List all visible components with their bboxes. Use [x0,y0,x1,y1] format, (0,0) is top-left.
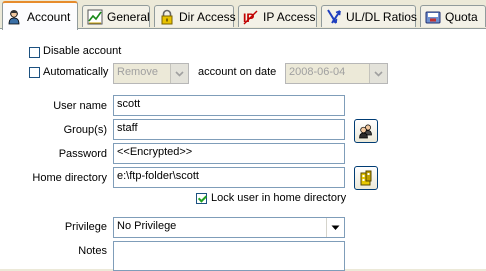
date-value: 2008-06-04 [289,66,346,78]
privilege-label: Privilege [64,221,107,233]
groups-input[interactable]: staff [113,119,345,140]
automatically-label: Automatically [43,66,109,78]
tab-quota-label: Quota [445,9,478,24]
select-groups-button[interactable] [354,119,378,143]
tab-uldl-ratios-label: UL/DL Ratios [346,9,417,24]
tab-uldl-ratios[interactable]: UL/DL Ratios [321,5,417,27]
chevron-down-icon [331,225,340,230]
auto-action-dropdown-button[interactable] [170,64,188,83]
tab-general[interactable]: General [82,5,150,27]
privilege-value: No Privilege [117,220,177,232]
tab-dir-access[interactable]: Dir Access [154,5,236,27]
lock-icon [161,9,173,24]
tab-account[interactable]: Account [2,1,78,30]
tab-ip-access-label: IP Access [263,9,316,24]
notes-label: Notes [78,245,107,257]
ratio-arrows-icon [327,8,341,24]
groups-label: Group(s) [63,124,107,136]
ip-icon: IP [243,10,258,25]
browse-folder-button[interactable] [354,166,378,190]
lock-home-directory-checkbox[interactable] [196,193,207,204]
notes-textarea[interactable] [113,241,345,271]
username-label: User name [53,100,107,112]
folder-building-icon [360,170,372,186]
chevron-down-icon [175,70,184,77]
tab-quota[interactable]: Quota [420,5,486,27]
password-input[interactable]: <<Encrypted>> [113,143,345,164]
disk-icon [425,11,441,23]
auto-action-value: Remove [117,66,158,78]
on-date-label: account on date [198,66,277,78]
tab-account-label: Account [27,9,71,24]
username-input[interactable]: scott [113,95,345,116]
lock-home-directory-label: Lock user in home directory [211,192,347,204]
date-dropdown-button[interactable] [369,64,387,83]
home-directory-input[interactable]: e:\ftp-folder\scott [113,167,345,188]
automatically-checkbox[interactable] [29,67,40,78]
chart-icon [87,9,103,24]
auto-action-select[interactable]: Remove [113,63,189,84]
chevron-down-icon [374,70,383,77]
privilege-dropdown-button[interactable] [326,218,344,237]
tab-general-label: General [107,9,150,24]
tab-dir-access-label: Dir Access [179,9,236,24]
password-label: Password [58,148,107,160]
home-directory-label: Home directory [32,172,107,184]
tab-strip: Account General Dir Access IP IP Access [0,0,486,30]
user-icon [8,9,20,24]
privilege-select[interactable]: No Privilege [113,217,345,238]
group-users-icon [359,124,372,139]
date-picker[interactable]: 2008-06-04 [285,63,388,84]
disable-account-checkbox[interactable] [29,47,40,58]
disable-account-label: Disable account [43,45,122,57]
tab-ip-access[interactable]: IP IP Access [238,5,317,27]
